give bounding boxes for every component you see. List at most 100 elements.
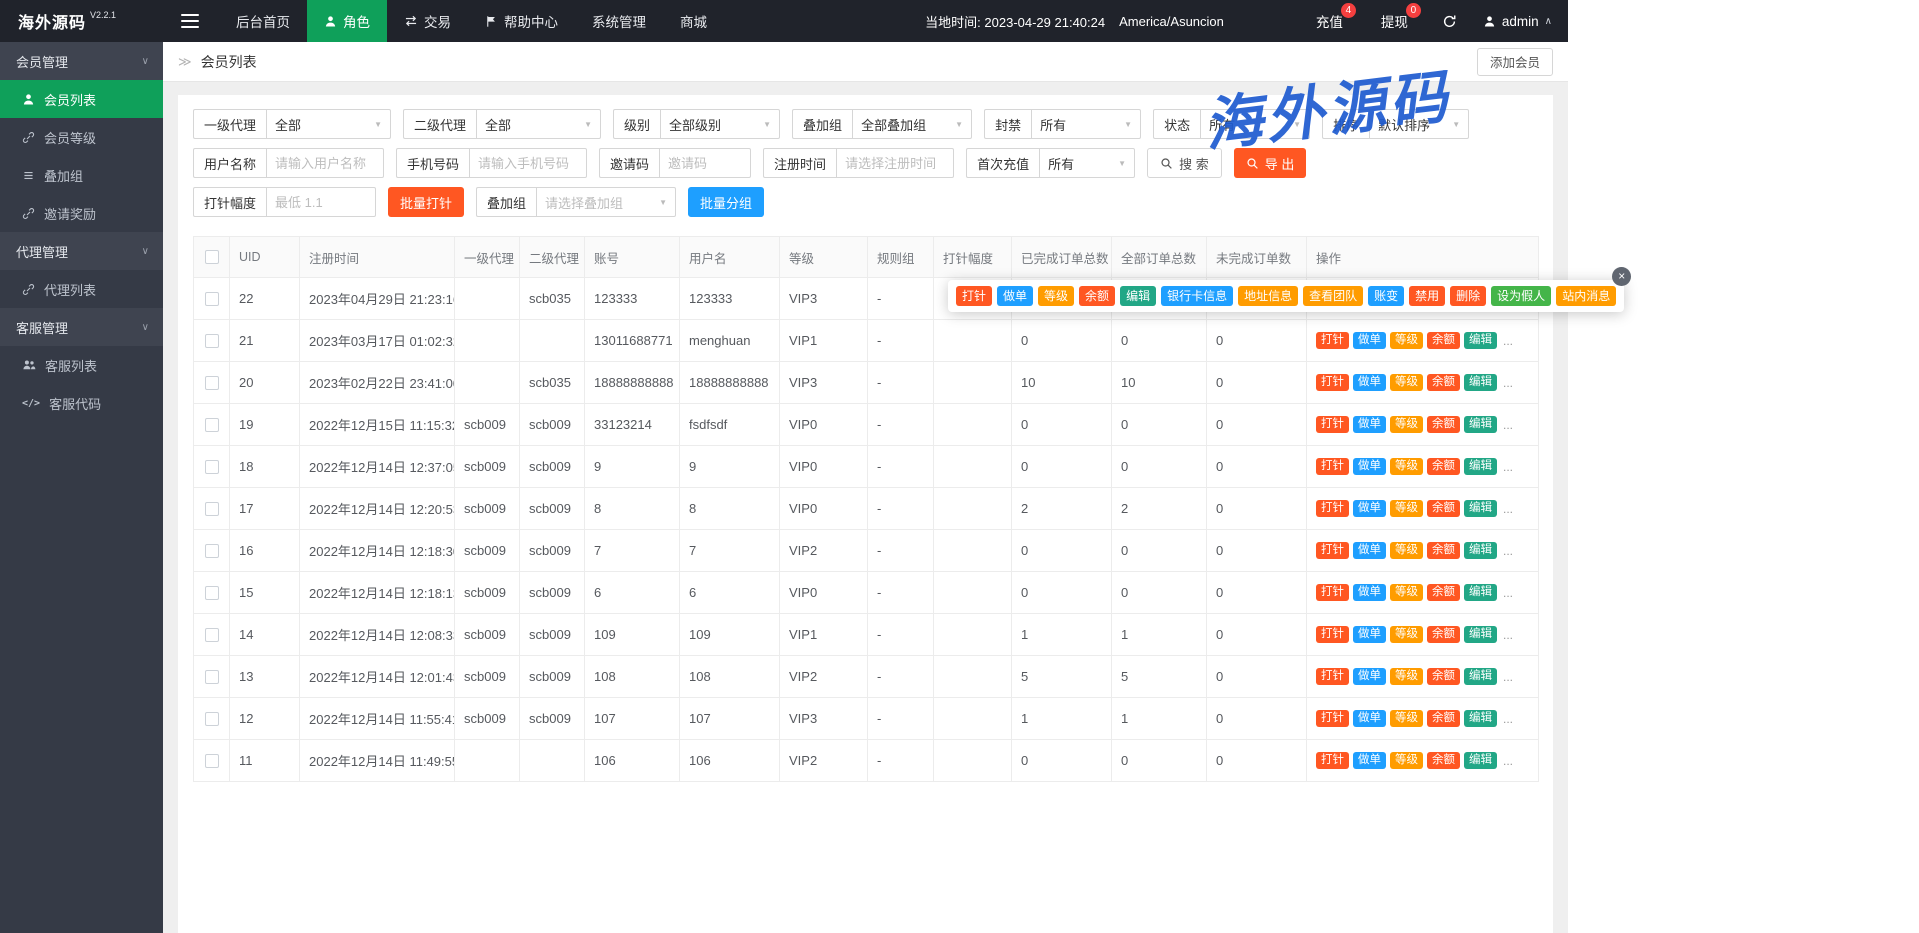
row-action-button[interactable]: 编辑 [1464,458,1497,476]
row-action-button[interactable]: 编辑 [1464,626,1497,644]
more-actions[interactable]: ... [1503,334,1513,348]
row-action-button[interactable]: 余额 [1427,416,1460,434]
row-checkbox[interactable] [205,628,219,642]
more-actions[interactable]: ... [1503,376,1513,390]
row-action-button[interactable]: 编辑 [1464,584,1497,602]
row-action-button[interactable]: 打针 [1316,668,1349,686]
row-action-button[interactable]: 余额 [1427,542,1460,560]
sort-select[interactable]: 默认排序 ▼ [1369,109,1469,139]
inject-range-input[interactable] [266,187,376,217]
row-checkbox[interactable] [205,586,219,600]
user-menu[interactable]: admin ∧ [1483,14,1552,29]
row-action-button[interactable]: 编辑 [1464,668,1497,686]
row-checkbox[interactable] [205,292,219,306]
sidebar-item[interactable]: 邀请奖励 [0,194,163,232]
invite-code-input[interactable] [659,148,751,178]
row-action-button[interactable]: 等级 [1390,416,1423,434]
popup-action-button[interactable]: 站内消息 [1556,286,1616,306]
row-action-button[interactable]: 打针 [1316,500,1349,518]
menu-toggle-icon[interactable] [181,14,199,28]
row-action-button[interactable]: 余额 [1427,458,1460,476]
row-action-button[interactable]: 做单 [1353,752,1386,770]
row-action-button[interactable]: 打针 [1316,332,1349,350]
refresh-icon[interactable] [1442,14,1457,29]
row-checkbox[interactable] [205,418,219,432]
more-actions[interactable]: ... [1503,628,1513,642]
top-nav-item[interactable]: 帮助中心 [468,0,575,42]
search-button[interactable]: 搜 索 [1147,148,1222,178]
popup-action-button[interactable]: 做单 [997,286,1033,306]
row-action-button[interactable]: 编辑 [1464,374,1497,392]
more-actions[interactable]: ... [1503,544,1513,558]
row-action-button[interactable]: 打针 [1316,626,1349,644]
sidebar-item[interactable]: 会员列表 [0,80,163,118]
row-checkbox[interactable] [205,460,219,474]
sidebar-group[interactable]: 代理管理∨ [0,232,163,270]
agent-level2-select[interactable]: 全部 ▼ [476,109,601,139]
row-action-button[interactable]: 做单 [1353,500,1386,518]
row-action-button[interactable]: 余额 [1427,584,1460,602]
top-nav-item[interactable]: 系统管理 [575,0,663,42]
row-action-button[interactable]: 做单 [1353,668,1386,686]
recharge-link[interactable]: 充值 4 [1316,11,1343,31]
row-action-button[interactable]: 打针 [1316,752,1349,770]
popup-action-button[interactable]: 禁用 [1409,286,1445,306]
first-recharge-select[interactable]: 所有 ▼ [1039,148,1135,178]
row-action-button[interactable]: 做单 [1353,332,1386,350]
sidebar-group[interactable]: 客服管理∨ [0,308,163,346]
row-action-button[interactable]: 编辑 [1464,416,1497,434]
withdraw-link[interactable]: 提现 0 [1381,11,1408,31]
row-action-button[interactable]: 等级 [1390,626,1423,644]
more-actions[interactable]: ... [1503,418,1513,432]
row-checkbox[interactable] [205,334,219,348]
row-action-button[interactable]: 等级 [1390,332,1423,350]
row-action-button[interactable]: 打针 [1316,710,1349,728]
row-action-button[interactable]: 余额 [1427,752,1460,770]
more-actions[interactable]: ... [1503,586,1513,600]
row-action-button[interactable]: 余额 [1427,710,1460,728]
phone-input[interactable] [469,148,587,178]
row-action-button[interactable]: 余额 [1427,626,1460,644]
row-action-button[interactable]: 做单 [1353,416,1386,434]
popup-action-button[interactable]: 打针 [956,286,992,306]
batch-group-button[interactable]: 批量分组 [688,187,764,217]
select-all-checkbox[interactable] [205,250,219,264]
row-action-button[interactable]: 等级 [1390,752,1423,770]
row-action-button[interactable]: 编辑 [1464,332,1497,350]
agent-level1-select[interactable]: 全部 ▼ [266,109,391,139]
row-action-button[interactable]: 等级 [1390,458,1423,476]
row-action-button[interactable]: 余额 [1427,332,1460,350]
row-action-button[interactable]: 做单 [1353,458,1386,476]
sidebar-item[interactable]: 客服列表 [0,346,163,384]
close-icon[interactable]: × [1612,267,1631,286]
popup-action-button[interactable]: 删除 [1450,286,1486,306]
row-action-button[interactable]: 打针 [1316,416,1349,434]
more-actions[interactable]: ... [1503,670,1513,684]
sidebar-item[interactable]: </>客服代码 [0,384,163,422]
batch-inject-button[interactable]: 批量打针 [388,187,464,217]
popup-action-button[interactable]: 地址信息 [1238,286,1298,306]
row-action-button[interactable]: 余额 [1427,668,1460,686]
row-checkbox[interactable] [205,376,219,390]
row-action-button[interactable]: 做单 [1353,584,1386,602]
row-checkbox[interactable] [205,712,219,726]
row-action-button[interactable]: 做单 [1353,626,1386,644]
sidebar-item[interactable]: 代理列表 [0,270,163,308]
popup-action-button[interactable]: 设为假人 [1491,286,1551,306]
ban-select[interactable]: 所有 ▼ [1031,109,1141,139]
popup-action-button[interactable]: 余额 [1079,286,1115,306]
top-nav-item[interactable]: 后台首页 [219,0,307,42]
add-member-button[interactable]: 添加会员 [1477,48,1553,76]
popup-action-button[interactable]: 等级 [1038,286,1074,306]
row-action-button[interactable]: 打针 [1316,374,1349,392]
row-checkbox[interactable] [205,670,219,684]
row-checkbox[interactable] [205,544,219,558]
more-actions[interactable]: ... [1503,754,1513,768]
row-action-button[interactable]: 编辑 [1464,542,1497,560]
popup-action-button[interactable]: 账变 [1368,286,1404,306]
row-action-button[interactable]: 等级 [1390,668,1423,686]
row-action-button[interactable]: 打针 [1316,458,1349,476]
row-action-button[interactable]: 余额 [1427,500,1460,518]
popup-action-button[interactable]: 银行卡信息 [1161,286,1233,306]
row-action-button[interactable]: 做单 [1353,374,1386,392]
